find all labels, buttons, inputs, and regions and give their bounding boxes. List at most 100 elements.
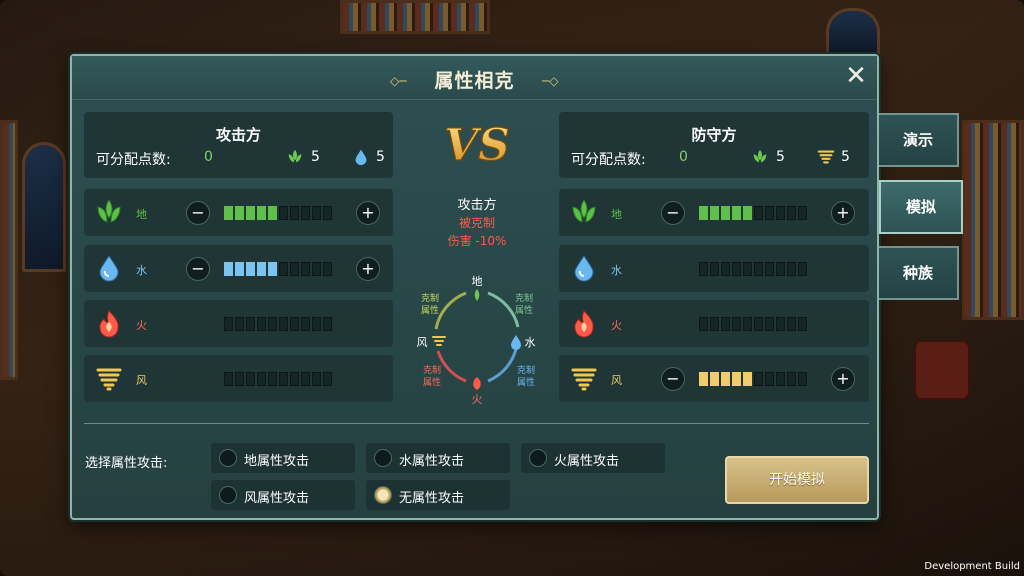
- level-segment: [268, 206, 277, 220]
- level-segment: [699, 262, 708, 276]
- defender-row-fire: 火: [559, 300, 869, 347]
- attacker-row-water: 水 − +: [84, 245, 393, 292]
- defender-earth-plus-button[interactable]: +: [831, 201, 855, 225]
- attacker-row-earth: 地 − +: [84, 189, 393, 236]
- attack-option-3[interactable]: 风属性攻击: [211, 480, 355, 510]
- attacker-water-minus-button[interactable]: −: [186, 257, 210, 281]
- level-segment: [301, 262, 310, 276]
- level-segment: [776, 372, 785, 386]
- attacker-wind-label: 风: [136, 374, 147, 387]
- attacker-fire-level-bar: [224, 317, 332, 331]
- center-damage: 伤害 -10%: [447, 234, 507, 248]
- level-segment: [224, 317, 233, 331]
- cycle-fire-label: 火: [472, 393, 483, 406]
- level-segment: [246, 262, 255, 276]
- cycle-water-node: 水: [511, 335, 536, 350]
- attacker-water-label: 水: [136, 264, 147, 277]
- level-segment: [798, 317, 807, 331]
- level-segment: [268, 372, 277, 386]
- level-segment: [312, 372, 321, 386]
- close-button[interactable]: ✕: [843, 63, 869, 90]
- defender-row-wind: 风 − +: [559, 355, 869, 402]
- level-segment: [268, 317, 277, 331]
- radio-indicator[interactable]: [374, 486, 392, 504]
- attacker-earth-plus-button[interactable]: +: [356, 201, 380, 225]
- radio-indicator[interactable]: [219, 449, 237, 467]
- attacker-earth-minus-button[interactable]: −: [186, 201, 210, 225]
- cycle-label-topright-1: 克制: [515, 292, 533, 304]
- side-tab-1[interactable]: 模拟: [879, 180, 963, 234]
- level-segment: [279, 206, 288, 220]
- attack-option-label: 地属性攻击: [244, 454, 310, 469]
- level-segment: [765, 372, 774, 386]
- level-segment: [721, 262, 730, 276]
- earth-icon: [572, 199, 596, 223]
- defender-water-label: 水: [611, 264, 622, 277]
- defender-title: 防守方: [691, 126, 737, 144]
- attacker-water-plus-button[interactable]: +: [356, 257, 380, 281]
- water-icon: [99, 255, 119, 282]
- level-segment: [699, 206, 708, 220]
- level-segment: [765, 317, 774, 331]
- level-segment: [721, 317, 730, 331]
- counter-cycle-diagram: 地 水 火 风 克制 属性 克制 属性 克制 属性 克制 属性: [417, 275, 536, 406]
- level-segment: [710, 372, 719, 386]
- level-segment: [290, 317, 299, 331]
- defender-points-value: 0: [679, 149, 688, 165]
- cycle-earth-label: 地: [472, 275, 483, 288]
- earth-icon: [97, 199, 121, 223]
- attack-option-2[interactable]: 火属性攻击: [521, 443, 665, 473]
- level-segment: [224, 372, 233, 386]
- cycle-label-topleft-1: 克制: [421, 292, 439, 304]
- radio-indicator[interactable]: [374, 449, 392, 467]
- defender-wind-plus-button[interactable]: +: [831, 367, 855, 391]
- level-segment: [224, 262, 233, 276]
- attacker-title: 攻击方: [215, 126, 261, 144]
- defender-resource-2-value: 5: [841, 149, 850, 165]
- cycle-wind-label: 风: [417, 336, 428, 349]
- cycle-label-topleft-2: 属性: [421, 304, 439, 316]
- attack-option-4[interactable]: 无属性攻击: [366, 480, 510, 510]
- fire-icon: [574, 310, 594, 338]
- cycle-label-bottomleft-2: 属性: [423, 376, 441, 388]
- level-segment: [290, 206, 299, 220]
- defender-earth-minus-button[interactable]: −: [661, 201, 685, 225]
- cycle-fire-node: 火: [472, 377, 483, 406]
- attacker-resource-1-value: 5: [311, 149, 320, 165]
- level-segment: [312, 262, 321, 276]
- level-segment: [235, 372, 244, 386]
- level-segment: [235, 206, 244, 220]
- defender-row-earth: 地 − +: [559, 189, 869, 236]
- attack-option-label: 火属性攻击: [554, 454, 620, 469]
- attack-option-0[interactable]: 地属性攻击: [211, 443, 355, 473]
- defender-resource-1-value: 5: [776, 149, 785, 165]
- radio-indicator[interactable]: [219, 486, 237, 504]
- level-segment: [290, 372, 299, 386]
- defender-row-water: 水: [559, 245, 869, 292]
- attacker-earth-level-bar: [224, 206, 332, 220]
- cycle-label-bottomright-1: 克制: [517, 364, 535, 376]
- level-segment: [301, 372, 310, 386]
- wind-icon: [96, 368, 122, 391]
- level-segment: [224, 206, 233, 220]
- defender-wind-minus-button[interactable]: −: [661, 367, 685, 391]
- cycle-label-bottomleft-1: 克制: [423, 364, 441, 376]
- level-segment: [787, 206, 796, 220]
- level-segment: [699, 372, 708, 386]
- radio-indicator[interactable]: [529, 449, 547, 467]
- start-simulation-button[interactable]: 开始模拟: [725, 456, 869, 504]
- attack-option-label: 水属性攻击: [399, 454, 465, 469]
- bg-chair: [914, 340, 970, 400]
- bg-shelf-left: [0, 120, 18, 380]
- bg-window-right: [826, 8, 880, 58]
- dialog-title: 属性相克: [434, 70, 515, 92]
- side-tab-0[interactable]: 演示: [879, 113, 959, 167]
- attack-option-1[interactable]: 水属性攻击: [366, 443, 510, 473]
- earth-icon: [288, 149, 302, 163]
- cycle-wind-node: 风: [417, 336, 446, 349]
- side-tab-2[interactable]: 种族: [879, 246, 959, 300]
- level-segment: [301, 317, 310, 331]
- level-segment: [743, 372, 752, 386]
- level-segment: [743, 206, 752, 220]
- level-segment: [798, 372, 807, 386]
